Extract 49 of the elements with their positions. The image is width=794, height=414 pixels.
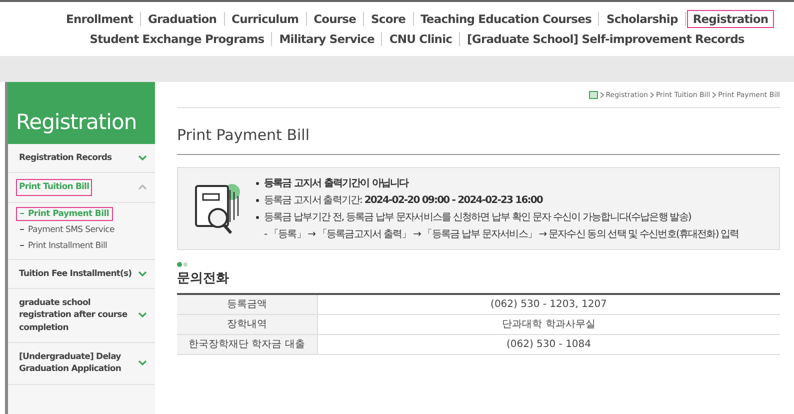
bullet-icon	[256, 198, 259, 202]
section-dots-icon	[177, 262, 188, 267]
nav-link[interactable]: Military Service	[273, 30, 380, 48]
sidebar-item[interactable]: [Undergraduate] Delay Graduation Application	[8, 342, 155, 384]
section-title: 문의전화	[177, 270, 230, 287]
sidebar-item-label[interactable]: Registration Records	[16, 150, 115, 166]
chevron-down-icon	[138, 360, 147, 366]
nav-link[interactable]: [Graduate School] Self-improvement Records	[461, 30, 750, 48]
chevron-right-icon	[600, 92, 604, 98]
nav-link[interactable]: CNU Clinic	[383, 30, 458, 48]
notice-text: 등록금 납부기간 전, 등록금 납부 문자서비스를 신청하면 납부 확인 문자 수신이 가능합니다(수납은행 발송)	[264, 212, 691, 223]
table-header-cell: 등록금액	[177, 294, 317, 314]
nav-link[interactable]: Score	[365, 10, 412, 28]
sidebar-item-label[interactable]: graduate school registration after course completion	[16, 294, 138, 336]
nav-link[interactable]: Enrollment	[60, 10, 139, 28]
chevron-right-icon	[650, 92, 654, 98]
bullet-icon	[256, 216, 259, 219]
sidebar-item[interactable]: graduate school registration after course completion	[8, 288, 155, 343]
table-header-cell: 한국장학재단 학자금 대출	[177, 334, 317, 354]
nav-link[interactable]: Curriculum	[226, 10, 305, 28]
chevron-down-icon	[138, 270, 147, 277]
table-cell: 단과대학 학과사무실	[317, 314, 780, 334]
chevron-down-icon	[138, 312, 147, 318]
notice-text: 등록금 고지서 출력기간: 2024-02-20 09:00 - 2024-02-23 16:00	[264, 195, 542, 206]
nav-link[interactable]: Scholarship	[600, 10, 684, 28]
chevron-right-icon	[712, 92, 716, 98]
chevron-up-icon	[138, 184, 147, 190]
home-icon[interactable]	[588, 90, 598, 98]
sidebar-item[interactable]: Registration Records	[8, 144, 155, 174]
nav-link[interactable]: Registration	[686, 10, 774, 28]
sidebar-item[interactable]: Tuition Fee Installment(s)	[8, 260, 155, 289]
table-header-cell: 장학내역	[177, 314, 317, 334]
bullet-icon	[256, 182, 259, 185]
table-cell: (062) 530 - 1203, 1207	[317, 294, 780, 314]
document-search-icon	[194, 182, 242, 236]
table-cell: (062) 530 - 1084	[317, 334, 780, 354]
sidebar-item-label[interactable]: [Undergraduate] Delay Graduation Application	[16, 348, 138, 378]
page-title: Print Payment Bill	[177, 108, 780, 155]
submenu-item[interactable]: Print Installment Bill	[16, 238, 112, 253]
nav-link[interactable]: Graduation	[142, 10, 223, 28]
notice-text: - 「등록」 → 「등록금고지서 출력」 → 「등록금 납부 문자서비스」 → 문자수신 동의 선택 및 수신번호(휴대전화) 입력	[264, 229, 739, 240]
notice-text: 등록금 고지서 출력기간이 아닙니다	[264, 178, 408, 189]
chevron-down-icon	[138, 155, 147, 162]
nav-link[interactable]: Student Exchange Programs	[84, 30, 270, 48]
nav-link[interactable]: Course	[308, 10, 362, 28]
submenu-item[interactable]: Payment SMS Service	[16, 222, 118, 237]
sidebar-item-label[interactable]: Tuition Fee Installment(s)	[16, 266, 135, 282]
nav-link[interactable]: Teaching Education Courses	[414, 10, 598, 28]
sidebar-title: Registration	[8, 82, 155, 144]
